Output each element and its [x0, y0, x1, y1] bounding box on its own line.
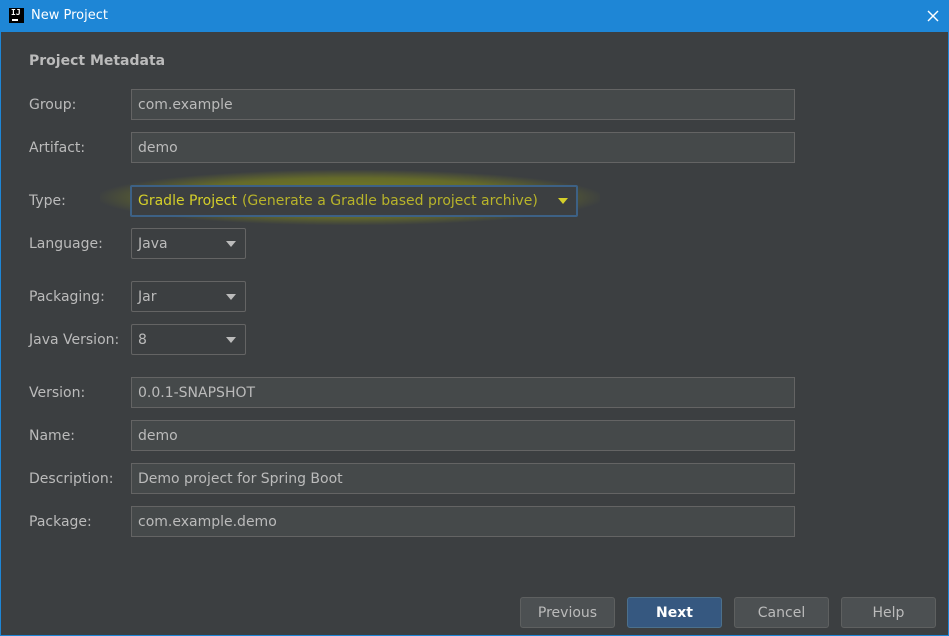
intellij-app-icon: IJ	[9, 8, 24, 23]
package-label: Package:	[29, 514, 92, 530]
type-label: Type:	[29, 193, 66, 209]
package-input[interactable]	[131, 506, 795, 537]
next-button[interactable]: Next	[627, 597, 722, 628]
language-select[interactable]: Java	[131, 228, 246, 259]
close-button[interactable]	[923, 6, 943, 26]
packaging-select[interactable]: Jar	[131, 281, 246, 312]
language-value: Java	[138, 235, 168, 252]
artifact-input[interactable]	[131, 132, 795, 163]
group-label: Group:	[29, 97, 77, 113]
packaging-value: Jar	[138, 288, 157, 305]
name-label: Name:	[29, 428, 76, 444]
java-version-value: 8	[138, 331, 147, 348]
window-title: New Project	[31, 8, 108, 23]
cancel-button[interactable]: Cancel	[734, 597, 829, 628]
chevron-down-icon	[226, 294, 236, 300]
artifact-label: Artifact:	[29, 140, 86, 156]
help-button[interactable]: Help	[841, 597, 936, 628]
packaging-label: Packaging:	[29, 289, 105, 305]
section-title: Project Metadata	[29, 53, 166, 69]
type-hint: (Generate a Gradle based project archive…	[241, 193, 538, 209]
chevron-down-icon	[558, 198, 568, 204]
name-input[interactable]	[131, 420, 795, 451]
description-input[interactable]	[131, 463, 795, 494]
type-select[interactable]: Gradle Project (Generate a Gradle based …	[130, 185, 578, 217]
language-label: Language:	[29, 236, 103, 252]
version-input[interactable]	[131, 377, 795, 408]
type-value: Gradle Project	[138, 193, 237, 209]
close-icon	[927, 10, 939, 22]
previous-button[interactable]: Previous	[520, 597, 615, 628]
title-bar: IJ New Project	[0, 0, 949, 32]
chevron-down-icon	[226, 337, 236, 343]
version-label: Version:	[29, 385, 86, 401]
java-version-select[interactable]: 8	[131, 324, 246, 355]
description-label: Description:	[29, 471, 114, 487]
chevron-down-icon	[226, 241, 236, 247]
group-input[interactable]	[131, 89, 795, 120]
java-version-label: Java Version:	[29, 332, 120, 348]
